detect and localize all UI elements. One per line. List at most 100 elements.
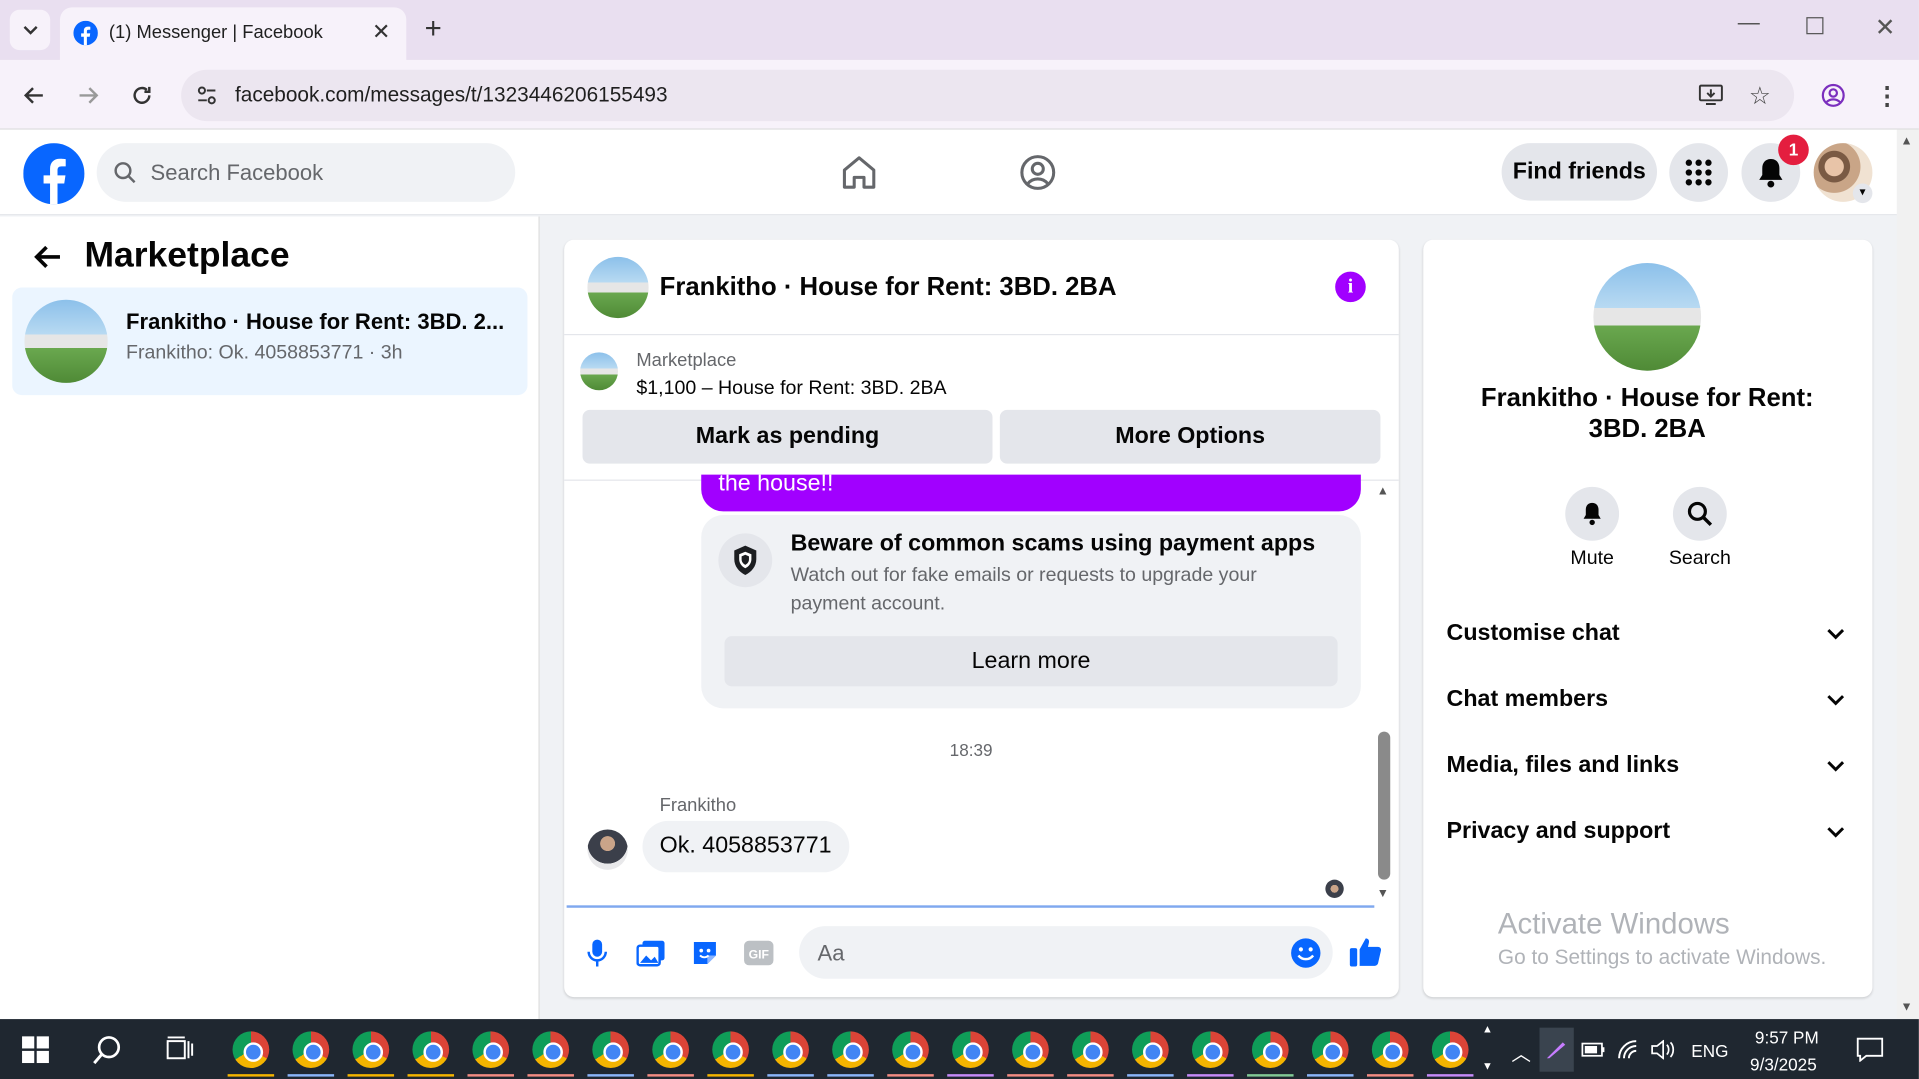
battery-icon[interactable] <box>1581 1042 1605 1057</box>
tray-overflow-arrow[interactable]: ︿ <box>1511 1037 1531 1066</box>
taskbar-chrome-app-icon[interactable] <box>352 1031 390 1069</box>
taskbar-chrome-app-icon[interactable] <box>1311 1031 1349 1069</box>
sender-avatar[interactable] <box>587 829 628 870</box>
arrow-right-icon <box>79 87 99 104</box>
taskbar-app-underline <box>1426 1074 1474 1077</box>
emoji-button[interactable] <box>1289 936 1323 970</box>
taskbar-app-underline <box>347 1074 395 1077</box>
chevron-down-icon[interactable] <box>1826 759 1846 774</box>
install-app-icon[interactable] <box>1696 81 1725 110</box>
home-nav-button[interactable] <box>835 148 884 197</box>
chevron-down-icon[interactable] <box>1826 825 1846 840</box>
learn-more-button[interactable]: Learn more <box>724 636 1338 687</box>
taskbar-chrome-app-icon[interactable] <box>832 1031 869 1069</box>
chat-scrollbar-thumb[interactable] <box>1377 731 1391 880</box>
taskbar-chrome-app-icon[interactable] <box>232 1031 270 1069</box>
bookmark-star-icon[interactable]: ☆ <box>1745 81 1774 110</box>
taskbar-chrome-app-icon[interactable] <box>292 1031 330 1069</box>
minimize-button[interactable]: — <box>1738 10 1760 36</box>
voice-clip-button[interactable] <box>581 936 613 970</box>
back-button[interactable] <box>17 78 51 112</box>
taskbar-chrome-app-icon[interactable] <box>772 1031 809 1069</box>
taskbar-chrome-app-icon[interactable] <box>412 1031 450 1069</box>
taskbar-app-underline <box>887 1074 934 1077</box>
taskbar-chrome-app-icon[interactable] <box>1132 1031 1169 1069</box>
taskbar-chrome-app-icon[interactable] <box>1072 1031 1109 1069</box>
profile-icon[interactable] <box>1819 81 1848 110</box>
customise-chat-section[interactable]: Customise chat <box>1447 620 1620 647</box>
facebook-favicon-icon <box>73 20 98 46</box>
taskbar-chrome-app-icon[interactable] <box>1371 1031 1409 1069</box>
chevron-down-icon[interactable] <box>1826 692 1846 707</box>
taskbar-chrome-app-icon[interactable] <box>652 1031 689 1069</box>
mute-button[interactable] <box>1565 486 1620 541</box>
clock-date[interactable]: 9/3/2025 <box>1750 1055 1817 1075</box>
attach-photo-button[interactable] <box>634 936 668 970</box>
clock-time[interactable]: 9:57 PM <box>1755 1028 1819 1048</box>
browser-tab[interactable]: (1) Messenger | Facebook ✕ <box>59 7 407 60</box>
scroll-up-arrow[interactable]: ▲ <box>1377 484 1389 497</box>
restore-button[interactable] <box>1806 17 1824 35</box>
taskbar-chrome-app-icon[interactable] <box>1191 1031 1229 1069</box>
taskbar-chrome-app-icon[interactable] <box>712 1031 749 1069</box>
privacy-support-section[interactable]: Privacy and support <box>1447 818 1671 845</box>
taskbar-chrome-app-icon[interactable] <box>1431 1031 1469 1069</box>
taskbar-chrome-app-icon[interactable] <box>592 1031 630 1069</box>
search-in-chat-button[interactable] <box>1672 486 1727 541</box>
find-friends-button[interactable]: Find friends <box>1501 143 1658 201</box>
listing-price[interactable]: $1,100 – House for Rent: 3BD. 2BA <box>636 378 946 400</box>
site-info-icon[interactable] <box>193 82 220 109</box>
taskbar-chrome-app-icon[interactable] <box>472 1031 510 1069</box>
language-indicator[interactable]: ENG <box>1691 1041 1728 1061</box>
scam-warning-text: Watch out for fake emails or requests to… <box>790 565 1257 615</box>
gif-button[interactable]: GIF <box>742 937 776 969</box>
facebook-search-input[interactable]: Search Facebook <box>96 143 516 202</box>
browser-menu-icon[interactable]: ⋮ <box>1872 81 1901 110</box>
page-scroll-down-arrow[interactable]: ▼ <box>1901 1001 1913 1014</box>
sticker-button[interactable] <box>688 936 722 970</box>
scroll-down-arrow[interactable]: ▼ <box>1377 887 1389 900</box>
chat-members-section[interactable]: Chat members <box>1447 686 1609 713</box>
outgoing-message-bubble: the house!! <box>701 474 1361 512</box>
taskbar-chrome-app-icon[interactable] <box>892 1031 929 1069</box>
taskbar-chrome-app-icon[interactable] <box>952 1031 989 1069</box>
account-chevron-icon[interactable]: ▾ <box>1852 183 1873 204</box>
chat-header-thumbnail[interactable] <box>587 256 649 319</box>
taskbar-search-icon[interactable] <box>92 1034 124 1066</box>
tab-close-icon[interactable]: ✕ <box>372 20 390 46</box>
new-tab-button[interactable]: + <box>425 12 442 46</box>
taskbar-chrome-app-icon[interactable] <box>532 1031 570 1069</box>
back-arrow-button[interactable] <box>29 239 66 276</box>
task-view-icon[interactable] <box>165 1036 194 1063</box>
facebook-logo-icon[interactable] <box>23 143 85 205</box>
divider <box>566 905 1375 908</box>
url-text[interactable]: facebook.com/messages/t/1323446206155493 <box>235 83 668 107</box>
menu-button[interactable] <box>1669 143 1729 202</box>
taskbar-app-underline <box>827 1074 874 1077</box>
more-options-button[interactable]: More Options <box>999 409 1381 464</box>
wifi-icon[interactable] <box>1617 1039 1641 1061</box>
bell-icon <box>1583 502 1601 526</box>
taskbar-chrome-app-icon[interactable] <box>1251 1031 1289 1069</box>
taskbar-chrome-app-icon[interactable] <box>1012 1031 1049 1069</box>
chevron-down-icon[interactable] <box>1826 626 1846 641</box>
action-center-icon[interactable] <box>1856 1037 1884 1062</box>
chat-title[interactable]: Frankitho · House for Rent: 3BD. 2BA <box>660 273 1117 302</box>
taskbar-scroll-down[interactable]: ▼ <box>1482 1059 1493 1071</box>
taskbar-scroll-up[interactable]: ▲ <box>1482 1023 1493 1035</box>
reload-button[interactable] <box>125 78 159 112</box>
mark-as-pending-button[interactable]: Mark as pending <box>582 409 993 464</box>
friends-nav-button[interactable] <box>1013 148 1062 197</box>
incoming-message-bubble[interactable]: Ok. 4058853771 <box>642 820 849 873</box>
message-composer-input[interactable]: Aa <box>799 926 1333 979</box>
page-scrollbar[interactable] <box>1896 129 1919 1020</box>
like-button[interactable] <box>1346 932 1385 971</box>
page-scroll-up-arrow[interactable]: ▲ <box>1901 135 1913 148</box>
info-icon[interactable]: i <box>1335 271 1366 303</box>
windows-start-icon[interactable] <box>22 1036 49 1064</box>
forward-button[interactable] <box>71 78 105 112</box>
close-window-button[interactable]: ✕ <box>1875 12 1896 43</box>
media-files-links-section[interactable]: Media, files and links <box>1447 752 1680 779</box>
volume-icon[interactable] <box>1651 1039 1675 1060</box>
tab-search-button[interactable] <box>9 9 51 51</box>
